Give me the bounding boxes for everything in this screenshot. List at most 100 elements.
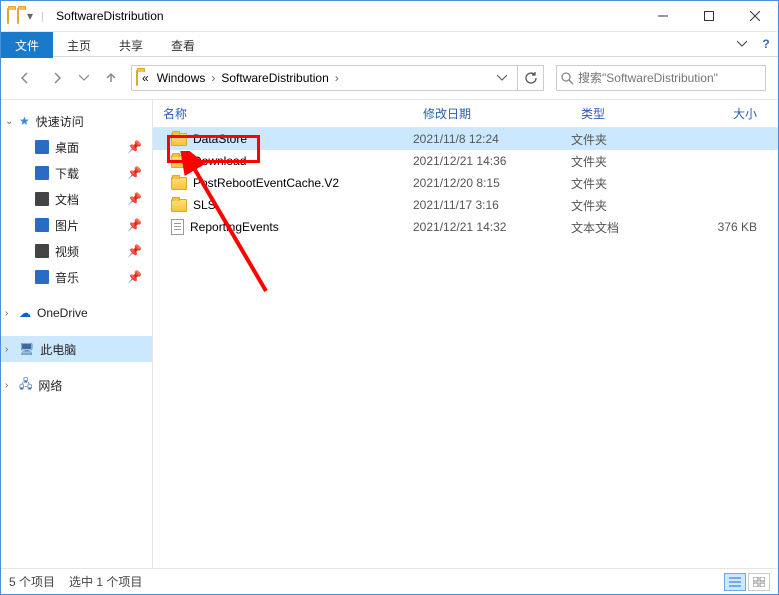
folder-icon bbox=[35, 192, 49, 206]
col-type[interactable]: 类型 bbox=[571, 105, 687, 122]
path-folder-icon bbox=[136, 71, 138, 85]
file-date: 2021/12/20 8:15 bbox=[413, 176, 571, 190]
up-button[interactable] bbox=[99, 66, 123, 90]
status-selection: 选中 1 个项目 bbox=[69, 573, 142, 590]
file-row[interactable]: ReportingEvents2021/12/21 14:32文本文档376 K… bbox=[153, 216, 778, 238]
tab-view[interactable]: 查看 bbox=[157, 32, 209, 58]
quick-folder-icon[interactable] bbox=[17, 9, 19, 23]
window-title: SoftwareDistribution bbox=[56, 9, 640, 23]
file-type: 文件夹 bbox=[571, 175, 687, 192]
titlebar: ▾ | SoftwareDistribution bbox=[1, 1, 778, 31]
folder-row[interactable]: PostRebootEventCache.V2 2021/12/20 8:15文件… bbox=[153, 172, 778, 194]
folder-row[interactable]: SLS 2021/11/17 3:16文件夹 bbox=[153, 194, 778, 216]
folder-row[interactable]: Download 2021/12/21 14:36文件夹 bbox=[153, 150, 778, 172]
file-icon bbox=[171, 219, 184, 235]
chevron-right-icon[interactable]: › bbox=[333, 71, 341, 85]
sidebar-item[interactable]: 文档📌 bbox=[1, 186, 152, 212]
file-name: PostRebootEventCache.V2 bbox=[193, 176, 339, 190]
file-list-pane: 名称 修改日期 类型 大小 DataStore2021/11/8 12:24文件… bbox=[153, 100, 778, 568]
folder-icon bbox=[35, 270, 49, 284]
refresh-button[interactable] bbox=[518, 65, 544, 91]
file-date: 2021/11/17 3:16 bbox=[413, 198, 571, 212]
sidebar-item-label: 视频 bbox=[55, 243, 79, 260]
pc-icon: 🖥 bbox=[19, 342, 34, 356]
sidebar-item[interactable]: 音乐 📌 bbox=[1, 264, 152, 290]
file-name: Download bbox=[193, 154, 246, 168]
breadcrumb-item[interactable]: Windows bbox=[153, 66, 210, 90]
pin-icon: 📌 bbox=[127, 140, 142, 154]
file-list[interactable]: DataStore2021/11/8 12:24文件夹 Download 2021/… bbox=[153, 128, 778, 568]
folder-icon bbox=[35, 140, 49, 154]
breadcrumb-item[interactable]: SoftwareDistribution bbox=[217, 66, 332, 90]
sidebar-item[interactable]: 图片📌 bbox=[1, 212, 152, 238]
search-input[interactable] bbox=[578, 71, 761, 85]
sidebar-item[interactable]: 视频📌 bbox=[1, 238, 152, 264]
file-name: SLS bbox=[193, 198, 216, 212]
sidebar: ⌄ ★ 快速访问 桌面📌下载📌文档📌图片📌视频📌音乐📌 › ☁ OneDrive… bbox=[1, 100, 153, 568]
sidebar-item[interactable]: 下载📌 bbox=[1, 160, 152, 186]
folder-icon bbox=[171, 199, 187, 212]
file-type: 文件夹 bbox=[571, 153, 687, 170]
close-button[interactable] bbox=[732, 1, 778, 31]
sidebar-item-label: 桌面 bbox=[55, 139, 79, 156]
search-box[interactable] bbox=[556, 65, 766, 91]
pin-icon: 📌 bbox=[127, 166, 142, 180]
folder-icon bbox=[171, 133, 187, 146]
view-details-button[interactable] bbox=[724, 573, 746, 591]
chevron-right-icon[interactable]: › bbox=[5, 380, 8, 391]
tab-home[interactable]: 主页 bbox=[53, 32, 105, 58]
file-date: 2021/12/21 14:32 bbox=[413, 220, 571, 234]
folder-icon bbox=[35, 244, 49, 258]
address-dropdown-icon[interactable] bbox=[491, 73, 513, 83]
sidebar-quick-access[interactable]: ⌄ ★ 快速访问 bbox=[1, 108, 152, 134]
pin-icon: 📌 bbox=[127, 192, 142, 206]
sidebar-item-label: 此电脑 bbox=[40, 341, 76, 358]
star-icon: ★ bbox=[19, 114, 30, 128]
col-name[interactable]: 名称 bbox=[153, 105, 413, 122]
search-icon bbox=[561, 72, 574, 85]
sidebar-item-label: 快速访问 bbox=[36, 113, 84, 130]
sidebar-item-label: OneDrive bbox=[37, 306, 88, 320]
file-date: 2021/12/21 14:36 bbox=[413, 154, 571, 168]
sidebar-this-pc[interactable]: › 🖥 此电脑 bbox=[1, 336, 152, 362]
quick-overflow-icon[interactable]: ▾ bbox=[27, 9, 33, 23]
tab-share[interactable]: 共享 bbox=[105, 32, 157, 58]
help-button[interactable]: ? bbox=[754, 32, 778, 56]
address-bar[interactable]: « Windows › SoftwareDistribution › bbox=[131, 65, 518, 91]
file-type: 文本文档 bbox=[571, 219, 687, 236]
chevron-right-icon[interactable]: › bbox=[209, 71, 217, 85]
sidebar-item-label: 音乐 bbox=[55, 269, 79, 286]
folder-icon bbox=[35, 166, 49, 180]
expand-ribbon-icon[interactable] bbox=[730, 32, 754, 56]
status-bar: 5 个项目 选中 1 个项目 bbox=[1, 568, 778, 594]
sidebar-item-label: 图片 bbox=[55, 217, 79, 234]
back-button[interactable] bbox=[13, 66, 37, 90]
status-item-count: 5 个项目 bbox=[9, 573, 55, 590]
maximize-button[interactable] bbox=[686, 1, 732, 31]
sidebar-network[interactable]: › 🖧 网络 bbox=[1, 372, 152, 398]
col-size[interactable]: 大小 bbox=[687, 105, 767, 122]
address-row: « Windows › SoftwareDistribution › bbox=[1, 57, 778, 100]
network-icon: 🖧 bbox=[19, 375, 32, 396]
recent-dropdown-icon[interactable] bbox=[77, 66, 91, 90]
file-type: 文件夹 bbox=[571, 131, 687, 148]
file-name: ReportingEvents bbox=[190, 220, 279, 234]
minimize-button[interactable] bbox=[640, 1, 686, 31]
tab-file[interactable]: 文件 bbox=[1, 32, 53, 58]
app-icon bbox=[7, 9, 9, 23]
forward-button[interactable] bbox=[45, 66, 69, 90]
sidebar-item-label: 网络 bbox=[38, 377, 62, 394]
cloud-icon: ☁ bbox=[19, 306, 31, 320]
folder-icon bbox=[171, 177, 187, 190]
chevron-down-icon[interactable]: ⌄ bbox=[5, 116, 13, 127]
file-date: 2021/11/8 12:24 bbox=[413, 132, 571, 146]
view-large-button[interactable] bbox=[748, 573, 770, 591]
sidebar-item[interactable]: 桌面 📌 bbox=[1, 134, 152, 160]
chevron-right-icon[interactable]: › bbox=[5, 344, 8, 355]
pin-icon: 📌 bbox=[127, 270, 142, 284]
folder-row[interactable]: DataStore2021/11/8 12:24文件夹 bbox=[153, 128, 778, 150]
chevron-right-icon[interactable]: › bbox=[5, 308, 8, 319]
sidebar-onedrive[interactable]: › ☁ OneDrive bbox=[1, 300, 152, 326]
col-date[interactable]: 修改日期 bbox=[413, 105, 571, 122]
file-type: 文件夹 bbox=[571, 197, 687, 214]
